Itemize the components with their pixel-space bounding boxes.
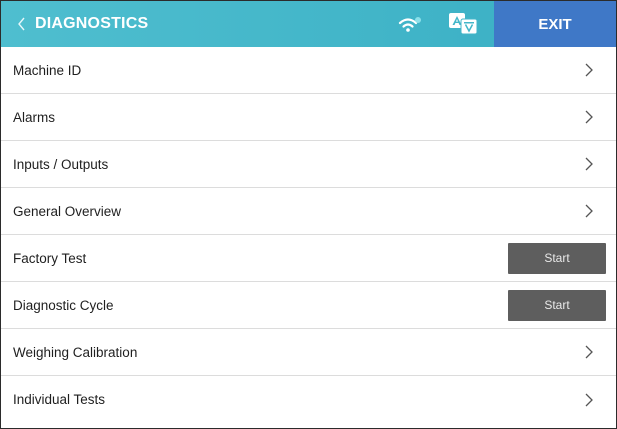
menu-item-individual-tests[interactable]: Individual Tests [1, 376, 616, 423]
header-bar: DIAGNOSTICS EXIT [1, 1, 616, 47]
menu-item-label: Machine ID [13, 62, 82, 78]
menu-item-label: Factory Test [13, 250, 87, 266]
menu-item-weighing-calibration[interactable]: Weighing Calibration [1, 329, 616, 376]
menu-item-label: Inputs / Outputs [13, 156, 109, 172]
chevron-right-icon [584, 62, 594, 78]
back-button[interactable]: DIAGNOSTICS [1, 1, 148, 47]
menu-item-inputs-outputs[interactable]: Inputs / Outputs [1, 141, 616, 188]
wifi-icon [397, 15, 423, 35]
menu-item-label: General Overview [13, 203, 122, 219]
menu-item-label: Weighing Calibration [13, 344, 138, 360]
menu-item-label: Individual Tests [13, 392, 106, 407]
chevron-right-icon [584, 392, 594, 408]
menu-item-machine-id[interactable]: Machine ID [1, 47, 616, 94]
menu-item-factory-test: Factory Test Start [1, 235, 616, 282]
diagnostic-cycle-start-button[interactable]: Start [508, 289, 606, 321]
page-title: DIAGNOSTICS [35, 15, 149, 32]
exit-button[interactable]: EXIT [494, 1, 616, 47]
diagnostics-menu-list: Machine ID Alarms Inputs / Outputs Gener… [1, 47, 616, 423]
chevron-right-icon [584, 203, 594, 219]
translate-icon[interactable] [448, 12, 482, 36]
menu-item-general-overview[interactable]: General Overview [1, 188, 616, 235]
menu-item-label: Alarms [13, 109, 56, 125]
factory-test-start-button[interactable]: Start [508, 242, 606, 274]
menu-item-alarms[interactable]: Alarms [1, 94, 616, 141]
chevron-right-icon [584, 344, 594, 360]
chevron-right-icon [584, 156, 594, 172]
diagnostics-screen: DIAGNOSTICS EXIT Machine ID Alarms Input… [0, 0, 617, 429]
chevron-left-icon [17, 16, 27, 32]
menu-item-label: Diagnostic Cycle [13, 297, 114, 313]
chevron-right-icon [584, 109, 594, 125]
menu-item-diagnostic-cycle: Diagnostic Cycle Start [1, 282, 616, 329]
